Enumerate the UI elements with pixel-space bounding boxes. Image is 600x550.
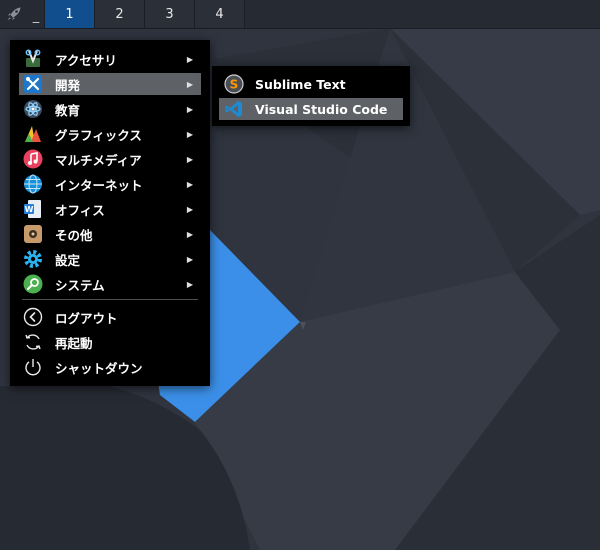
workspace-4-button[interactable]: 4 [194,0,245,28]
menu-item-education[interactable]: 教育 ▶ [19,98,201,120]
menu-item-other[interactable]: その他 ▶ [19,223,201,245]
menu-item-label: システム [55,277,105,293]
top-panel: _ 1 2 3 4 [0,0,600,29]
menu-item-system[interactable]: システム ▶ [19,273,201,295]
submenu-arrow-icon: ▶ [186,79,193,89]
development-submenu: S Sublime Text Visual Studio Code [212,66,410,126]
submenu-arrow-icon: ▶ [186,254,193,264]
menu-item-graphics[interactable]: グラフィックス ▶ [19,123,201,145]
app-menu-launcher[interactable] [0,0,28,28]
workspace-3-button[interactable]: 3 [144,0,194,28]
sublime-text-icon: S [224,74,244,94]
system-icon [23,274,43,294]
menu-item-label: その他 [55,227,93,243]
menu-item-label: ログアウト [55,310,118,326]
submenu-arrow-icon: ▶ [186,179,193,189]
menu-item-label: オフィス [55,202,105,218]
gear-icon [24,250,42,268]
svg-text:S: S [230,78,239,92]
menu-item-restart[interactable]: 再起動 [19,331,201,353]
menu-item-multimedia[interactable]: マルチメディア ▶ [19,148,201,170]
menu-item-accessories[interactable]: アクセサリ ▶ [19,48,201,70]
menu-item-development[interactable]: 開発 ▶ [19,73,201,95]
power-icon [25,359,41,376]
rocket-icon [7,7,21,21]
menu-divider [22,299,198,300]
menu-item-office[interactable]: W オフィス ▶ [19,198,201,220]
education-icon [24,100,42,118]
submenu-arrow-icon: ▶ [186,229,193,239]
submenu-item-label: Sublime Text [255,76,346,92]
submenu-arrow-icon: ▶ [186,54,193,64]
menu-item-label: 再起動 [55,335,93,351]
menu-item-logout[interactable]: ログアウト [19,306,201,328]
menu-item-settings[interactable]: 設定 ▶ [19,248,201,270]
menu-item-shutdown[interactable]: シャットダウン [19,356,201,378]
menu-item-internet[interactable]: インターネット ▶ [19,173,201,195]
submenu-arrow-icon: ▶ [186,129,193,139]
submenu-arrow-icon: ▶ [186,279,193,289]
submenu-arrow-icon: ▶ [186,104,193,114]
menu-item-label: マルチメディア [55,152,142,168]
globe-icon [24,174,42,194]
accessories-icon [25,49,41,67]
development-icon [24,75,42,93]
submenu-item-vscode[interactable]: Visual Studio Code [219,98,403,120]
workspace-2-button[interactable]: 2 [94,0,144,28]
vscode-icon [225,101,242,117]
menu-item-label: インターネット [55,177,143,193]
logout-icon [23,307,43,327]
submenu-item-sublime-text[interactable]: S Sublime Text [219,73,403,95]
multimedia-icon [23,149,43,169]
office-icon: W [24,200,41,218]
panel-separator: _ [32,8,40,24]
application-menu: アクセサリ ▶ 開発 ▶ 教育 ▶ グラフィックス ▶ マルチメディア ▶ イン… [10,40,210,386]
menu-item-label: シャットダウン [55,360,143,376]
submenu-arrow-icon: ▶ [186,154,193,164]
submenu-item-label: Visual Studio Code [255,101,388,117]
menu-item-label: グラフィックス [55,127,142,143]
submenu-arrow-icon: ▶ [186,204,193,214]
menu-item-label: 開発 [55,77,81,93]
graphics-icon [25,126,41,142]
restart-icon [25,334,41,350]
workspace-1-button[interactable]: 1 [44,0,94,28]
menu-item-label: アクセサリ [55,52,117,68]
menu-item-label: 教育 [55,102,81,118]
other-icon [24,225,42,243]
menu-item-label: 設定 [55,252,81,268]
svg-text:W: W [25,205,34,214]
